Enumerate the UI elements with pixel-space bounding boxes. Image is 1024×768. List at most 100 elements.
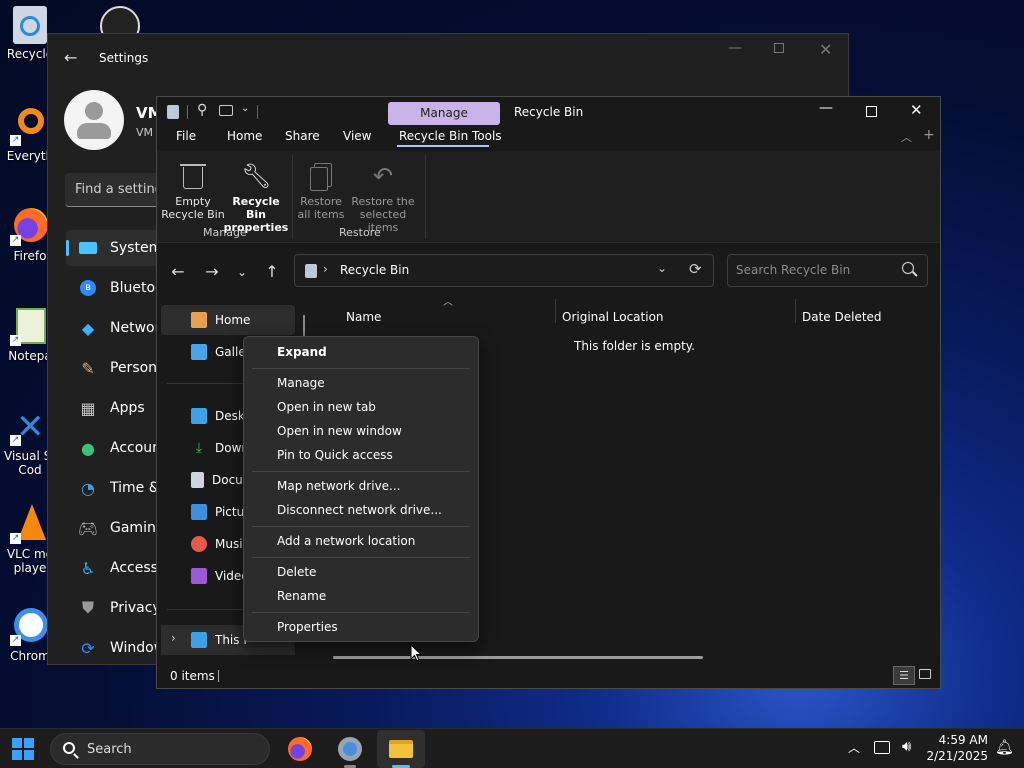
everything-search-icon: ↗ bbox=[10, 106, 50, 146]
column-separator[interactable] bbox=[555, 299, 556, 323]
time-language-icon: ◔ bbox=[81, 478, 95, 498]
active-tab-underline bbox=[397, 145, 489, 147]
menu-item-map-network-drive[interactable]: Map network drive... bbox=[277, 476, 401, 496]
menu-item-manage[interactable]: Manage bbox=[277, 373, 325, 393]
show-hidden-icons-chevron-icon[interactable]: ︿ bbox=[848, 739, 860, 756]
taskbar-settings-icon[interactable] bbox=[338, 737, 362, 761]
refresh-icon[interactable]: ⟳ bbox=[689, 260, 702, 278]
clock[interactable]: 4:59 AM 2/21/2025 bbox=[926, 732, 988, 764]
tab-share[interactable]: Share bbox=[285, 129, 320, 143]
column-header-original-location[interactable]: Original Location bbox=[562, 310, 664, 324]
system-icon bbox=[78, 238, 98, 258]
expand-chevron-icon[interactable]: › bbox=[171, 631, 176, 645]
settings-nav-label: Apps bbox=[110, 400, 145, 416]
downloads-icon: ⤓ bbox=[195, 440, 203, 456]
menu-item-properties[interactable]: Properties bbox=[277, 617, 338, 637]
tab-file[interactable]: File bbox=[176, 129, 196, 143]
empty-recycle-bin-button[interactable]: Empty Recycle Bin bbox=[161, 161, 225, 221]
large-icons-view-button[interactable] bbox=[919, 669, 931, 679]
taskbar-search-label: Search bbox=[87, 742, 132, 757]
ribbon-group-manage: Manage bbox=[203, 226, 247, 239]
vscode-icon: ✕ ↗ bbox=[10, 407, 45, 447]
privacy-icon: ⛊ bbox=[81, 598, 94, 617]
menu-separator bbox=[252, 368, 470, 369]
documents-icon bbox=[191, 472, 204, 488]
gaming-icon: 🎮︎ bbox=[77, 518, 99, 538]
search-placeholder: Search Recycle Bin bbox=[736, 263, 851, 277]
start-button[interactable] bbox=[12, 738, 34, 760]
nav-item-home[interactable]: Home bbox=[161, 305, 295, 335]
volume-icon[interactable]: 🔊︎ bbox=[902, 737, 911, 755]
restore-selected-items-button[interactable]: ↶ Restore the selected items bbox=[345, 161, 421, 234]
menu-item-rename[interactable]: Rename bbox=[277, 586, 326, 606]
menu-separator bbox=[252, 557, 470, 558]
shortcut-arrow-icon: ↗ bbox=[10, 235, 21, 246]
apps-icon: ▦ bbox=[80, 398, 96, 418]
bluetooth-icon: ʙ bbox=[78, 278, 98, 298]
recent-locations-chevron-icon[interactable]: ⌄ bbox=[227, 257, 257, 287]
menu-item-disconnect-network-drive[interactable]: Disconnect network drive... bbox=[277, 500, 442, 520]
column-header-date-deleted[interactable]: Date Deleted bbox=[802, 310, 882, 324]
accessibility-icon: ♿︎ bbox=[80, 558, 96, 578]
taskbar-search-box[interactable]: Search bbox=[50, 733, 270, 765]
ribbon-group-separator bbox=[425, 155, 426, 239]
settings-nav-label: Accessi bbox=[110, 560, 162, 576]
restore-all-icon bbox=[306, 161, 336, 191]
forward-arrow-icon[interactable]: → bbox=[197, 257, 227, 287]
menu-item-add-network-location[interactable]: Add a network location bbox=[277, 531, 415, 551]
qat-separator bbox=[257, 105, 258, 119]
tab-view[interactable]: View bbox=[343, 129, 371, 143]
details-view-button[interactable]: ☰ bbox=[893, 666, 915, 685]
address-bar[interactable]: › Recycle Bin ⌄ ⟳ bbox=[294, 254, 714, 287]
shortcut-arrow-icon: ↗ bbox=[10, 335, 21, 346]
properties-qat-icon[interactable]: ⚲ bbox=[197, 102, 207, 118]
menu-item-open-new-tab[interactable]: Open in new tab bbox=[277, 397, 376, 417]
item-count: 0 items bbox=[170, 669, 215, 683]
maximize-button[interactable] bbox=[774, 43, 784, 53]
maximize-button[interactable] bbox=[866, 106, 877, 117]
notification-bell-icon[interactable]: 🔔︎ bbox=[995, 738, 1014, 756]
minimize-button[interactable]: — bbox=[728, 40, 742, 56]
collapse-ribbon-icon[interactable]: ︿ bbox=[901, 129, 912, 145]
help-icon[interactable]: + bbox=[923, 127, 935, 143]
manage-contextual-tab[interactable]: Manage bbox=[388, 102, 500, 125]
window-title: Recycle Bin bbox=[514, 105, 584, 119]
avatar[interactable] bbox=[64, 90, 124, 150]
address-dropdown-icon[interactable]: ⌄ bbox=[657, 261, 667, 275]
recycle-bin-properties-button[interactable]: 🔧︎ Recycle Bin properties bbox=[223, 161, 289, 234]
back-arrow-icon[interactable]: ← bbox=[163, 257, 193, 287]
shortcut-arrow-icon: ↗ bbox=[10, 435, 21, 446]
desktop-folder-icon bbox=[191, 408, 207, 424]
close-button[interactable]: ✕ bbox=[819, 40, 832, 59]
close-button[interactable]: ✕ bbox=[910, 101, 923, 119]
network-status-icon[interactable] bbox=[874, 741, 890, 754]
menu-separator bbox=[252, 471, 470, 472]
restore-all-items-button[interactable]: Restore all items bbox=[293, 161, 349, 221]
sort-ascending-icon: ︿ bbox=[443, 297, 453, 308]
menu-item-expand[interactable]: Expand bbox=[277, 342, 327, 362]
search-icon bbox=[63, 742, 75, 754]
settings-nav-label: System bbox=[110, 240, 163, 256]
status-separator bbox=[218, 670, 219, 682]
column-header-name[interactable]: Name bbox=[346, 310, 381, 324]
up-arrow-icon[interactable]: ↑ bbox=[257, 257, 287, 287]
back-arrow-icon[interactable]: ← bbox=[64, 48, 77, 67]
minimize-button[interactable]: — bbox=[819, 100, 833, 116]
new-folder-qat-icon[interactable] bbox=[219, 105, 233, 116]
tab-recycle-bin-tools[interactable]: Recycle Bin Tools bbox=[397, 129, 502, 147]
tab-home[interactable]: Home bbox=[227, 129, 262, 143]
address-text: Recycle Bin bbox=[340, 263, 410, 277]
menu-item-delete[interactable]: Delete bbox=[277, 562, 316, 582]
qat-dropdown-icon[interactable]: ⌄ bbox=[241, 103, 249, 114]
column-separator[interactable] bbox=[795, 299, 796, 323]
empty-folder-message: This folder is empty. bbox=[574, 339, 695, 353]
taskbar-firefox-icon[interactable] bbox=[288, 737, 312, 761]
settings-nav-label: Time & bbox=[110, 480, 160, 496]
explorer-titlebar[interactable]: ⚲ ⌄ Manage Recycle Bin — ✕ bbox=[157, 97, 940, 127]
search-box[interactable]: Search Recycle Bin bbox=[727, 254, 928, 287]
pictures-icon bbox=[191, 504, 207, 520]
taskbar-file-explorer-button[interactable] bbox=[377, 730, 425, 768]
menu-item-pin-quick-access[interactable]: Pin to Quick access bbox=[277, 445, 393, 465]
horizontal-scrollbar[interactable] bbox=[333, 656, 703, 659]
menu-item-open-new-window[interactable]: Open in new window bbox=[277, 421, 402, 441]
